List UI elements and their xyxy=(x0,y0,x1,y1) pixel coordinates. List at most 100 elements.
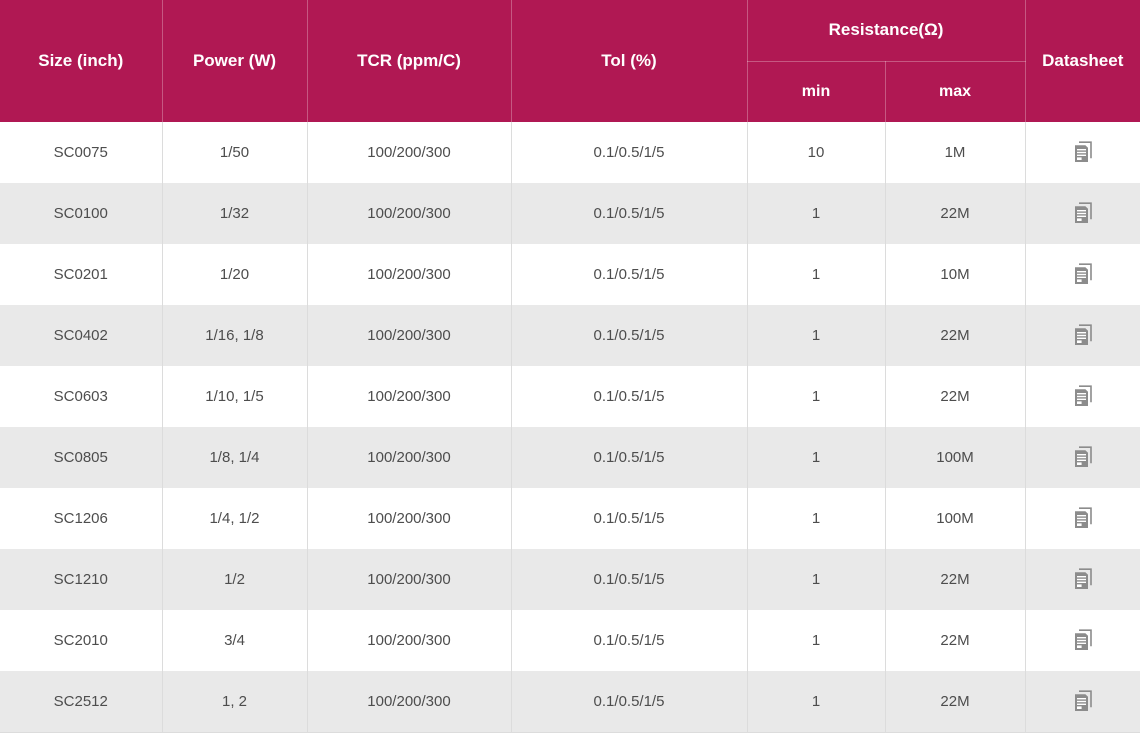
datasheet-download-button[interactable] xyxy=(1068,686,1098,716)
cell-power: 1/2 xyxy=(162,549,307,610)
datasheet-download-button[interactable] xyxy=(1068,320,1098,350)
table-row: SC0201 1/20 100/200/300 0.1/0.5/1/5 1 10… xyxy=(0,244,1140,305)
document-copy-icon xyxy=(1072,567,1094,591)
cell-power: 1/16, 1/8 xyxy=(162,305,307,366)
cell-power: 1/8, 1/4 xyxy=(162,427,307,488)
cell-tol: 0.1/0.5/1/5 xyxy=(511,671,747,732)
cell-tcr: 100/200/300 xyxy=(307,671,511,732)
cell-size: SC0201 xyxy=(0,244,162,305)
cell-tcr: 100/200/300 xyxy=(307,488,511,549)
table-row: SC2512 1, 2 100/200/300 0.1/0.5/1/5 1 22… xyxy=(0,671,1140,732)
cell-min: 1 xyxy=(747,610,885,671)
table-row: SC0100 1/32 100/200/300 0.1/0.5/1/5 1 22… xyxy=(0,183,1140,244)
document-copy-icon xyxy=(1072,262,1094,286)
document-copy-icon xyxy=(1072,323,1094,347)
col-header-tcr: TCR (ppm/C) xyxy=(307,0,511,122)
cell-tcr: 100/200/300 xyxy=(307,427,511,488)
table-body: SC0075 1/50 100/200/300 0.1/0.5/1/5 10 1… xyxy=(0,122,1140,732)
cell-tol: 0.1/0.5/1/5 xyxy=(511,427,747,488)
cell-tol: 0.1/0.5/1/5 xyxy=(511,549,747,610)
col-header-size: Size (inch) xyxy=(0,0,162,122)
cell-size: SC0805 xyxy=(0,427,162,488)
cell-tol: 0.1/0.5/1/5 xyxy=(511,122,747,183)
table-row: SC1206 1/4, 1/2 100/200/300 0.1/0.5/1/5 … xyxy=(0,488,1140,549)
cell-tcr: 100/200/300 xyxy=(307,244,511,305)
cell-power: 1/32 xyxy=(162,183,307,244)
cell-min: 1 xyxy=(747,488,885,549)
cell-power: 1, 2 xyxy=(162,671,307,732)
cell-tol: 0.1/0.5/1/5 xyxy=(511,305,747,366)
document-copy-icon xyxy=(1072,506,1094,530)
cell-min: 1 xyxy=(747,244,885,305)
cell-max: 22M xyxy=(885,183,1025,244)
cell-datasheet xyxy=(1025,366,1140,427)
table-row: SC0805 1/8, 1/4 100/200/300 0.1/0.5/1/5 … xyxy=(0,427,1140,488)
table-row: SC1210 1/2 100/200/300 0.1/0.5/1/5 1 22M xyxy=(0,549,1140,610)
cell-tol: 0.1/0.5/1/5 xyxy=(511,183,747,244)
cell-tol: 0.1/0.5/1/5 xyxy=(511,610,747,671)
cell-size: SC2512 xyxy=(0,671,162,732)
cell-max: 1M xyxy=(885,122,1025,183)
cell-max: 22M xyxy=(885,366,1025,427)
cell-datasheet xyxy=(1025,244,1140,305)
cell-datasheet xyxy=(1025,549,1140,610)
cell-datasheet xyxy=(1025,183,1140,244)
cell-datasheet xyxy=(1025,305,1140,366)
cell-size: SC2010 xyxy=(0,610,162,671)
cell-size: SC0100 xyxy=(0,183,162,244)
table-header: Size (inch) Power (W) TCR (ppm/C) Tol (%… xyxy=(0,0,1140,122)
document-copy-icon xyxy=(1072,445,1094,469)
cell-power: 1/20 xyxy=(162,244,307,305)
cell-max: 10M xyxy=(885,244,1025,305)
datasheet-download-button[interactable] xyxy=(1068,198,1098,228)
datasheet-download-button[interactable] xyxy=(1068,503,1098,533)
cell-tcr: 100/200/300 xyxy=(307,305,511,366)
document-copy-icon xyxy=(1072,628,1094,652)
cell-min: 1 xyxy=(747,183,885,244)
cell-tol: 0.1/0.5/1/5 xyxy=(511,366,747,427)
cell-tcr: 100/200/300 xyxy=(307,549,511,610)
datasheet-download-button[interactable] xyxy=(1068,381,1098,411)
cell-size: SC1206 xyxy=(0,488,162,549)
document-copy-icon xyxy=(1072,201,1094,225)
datasheet-download-button[interactable] xyxy=(1068,259,1098,289)
cell-power: 3/4 xyxy=(162,610,307,671)
col-header-resistance: Resistance(Ω) xyxy=(747,0,1025,61)
cell-tol: 0.1/0.5/1/5 xyxy=(511,244,747,305)
cell-tcr: 100/200/300 xyxy=(307,183,511,244)
cell-datasheet xyxy=(1025,671,1140,732)
datasheet-download-button[interactable] xyxy=(1068,442,1098,472)
cell-size: SC1210 xyxy=(0,549,162,610)
datasheet-download-button[interactable] xyxy=(1068,625,1098,655)
table-row: SC0603 1/10, 1/5 100/200/300 0.1/0.5/1/5… xyxy=(0,366,1140,427)
resistor-spec-table: Size (inch) Power (W) TCR (ppm/C) Tol (%… xyxy=(0,0,1140,733)
document-copy-icon xyxy=(1072,384,1094,408)
col-header-max: max xyxy=(885,61,1025,122)
cell-min: 1 xyxy=(747,427,885,488)
cell-power: 1/50 xyxy=(162,122,307,183)
datasheet-download-button[interactable] xyxy=(1068,137,1098,167)
cell-power: 1/4, 1/2 xyxy=(162,488,307,549)
cell-min: 1 xyxy=(747,366,885,427)
datasheet-download-button[interactable] xyxy=(1068,564,1098,594)
cell-tol: 0.1/0.5/1/5 xyxy=(511,488,747,549)
cell-max: 22M xyxy=(885,671,1025,732)
cell-min: 1 xyxy=(747,671,885,732)
cell-tcr: 100/200/300 xyxy=(307,610,511,671)
table-row: SC2010 3/4 100/200/300 0.1/0.5/1/5 1 22M xyxy=(0,610,1140,671)
cell-max: 22M xyxy=(885,305,1025,366)
table-row: SC0402 1/16, 1/8 100/200/300 0.1/0.5/1/5… xyxy=(0,305,1140,366)
col-header-power: Power (W) xyxy=(162,0,307,122)
cell-tcr: 100/200/300 xyxy=(307,122,511,183)
col-header-datasheet: Datasheet xyxy=(1025,0,1140,122)
cell-datasheet xyxy=(1025,427,1140,488)
col-header-tol: Tol (%) xyxy=(511,0,747,122)
cell-max: 100M xyxy=(885,427,1025,488)
cell-size: SC0603 xyxy=(0,366,162,427)
table-row: SC0075 1/50 100/200/300 0.1/0.5/1/5 10 1… xyxy=(0,122,1140,183)
document-copy-icon xyxy=(1072,689,1094,713)
cell-min: 1 xyxy=(747,549,885,610)
cell-max: 22M xyxy=(885,610,1025,671)
cell-tcr: 100/200/300 xyxy=(307,366,511,427)
cell-min: 10 xyxy=(747,122,885,183)
